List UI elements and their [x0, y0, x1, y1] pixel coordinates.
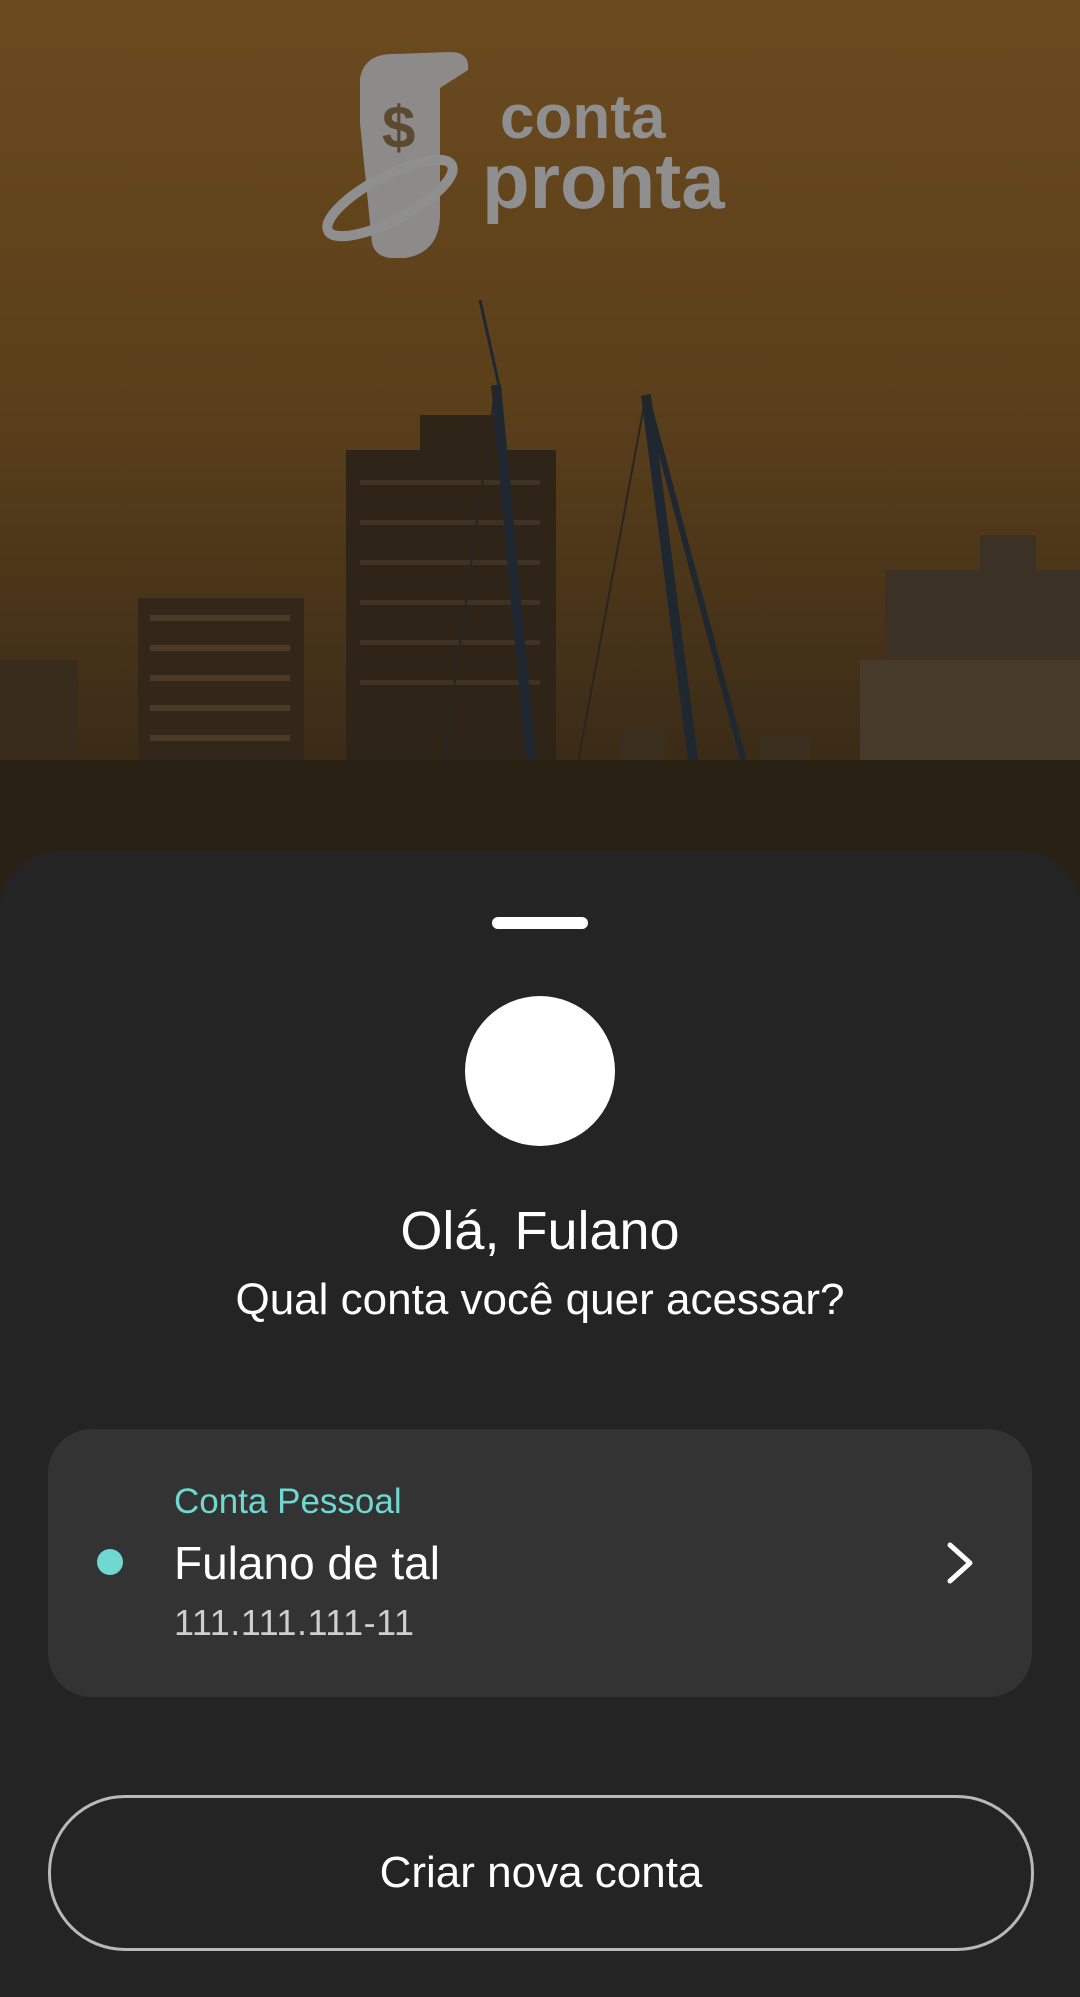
account-document-number: 111.111.111-11: [174, 1602, 415, 1643]
receipt-dollar-icon: $: [322, 52, 469, 258]
account-card-personal[interactable]: Conta Pessoal Fulano de tal 111.111.111-…: [48, 1429, 1032, 1697]
account-question: Qual conta você quer acessar?: [235, 1275, 845, 1324]
account-selection-screen: $ conta pronta Olá, Fulano Qual conta vo…: [0, 0, 1080, 1997]
create-new-account-button[interactable]: Criar nova conta: [48, 1795, 1034, 1951]
account-status-dot: [97, 1549, 123, 1575]
bottom-sheet: Olá, Fulano Qual conta você quer acessar…: [0, 851, 1080, 1997]
avatar: [465, 996, 615, 1146]
greeting-title: Olá, Fulano: [400, 1201, 680, 1261]
chevron-right-icon: [947, 1542, 973, 1584]
account-type-label: Conta Pessoal: [174, 1482, 402, 1521]
sheet-drag-handle[interactable]: [492, 917, 588, 929]
svg-text:$: $: [382, 94, 415, 161]
account-holder-name: Fulano de tal: [174, 1537, 440, 1589]
conta-pronta-logo: $ conta pronta: [322, 52, 725, 258]
logo-text-pronta: pronta: [482, 137, 725, 225]
